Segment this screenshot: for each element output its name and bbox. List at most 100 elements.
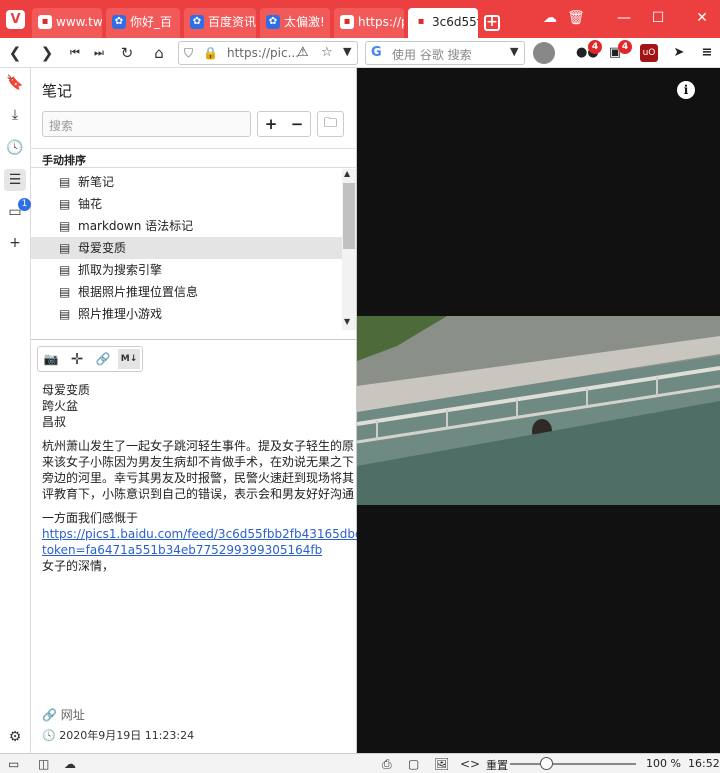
bookmark-icon[interactable]: ☆ (321, 45, 333, 60)
note-title: 抓取为搜索引擎 (78, 263, 163, 277)
panel-toggle-icon[interactable]: ▭ (8, 756, 19, 772)
window-panel-icon[interactable]: ▭ 1 (4, 198, 31, 223)
note-list-item[interactable]: ▤ 铀花 (31, 193, 342, 215)
tab-4[interactable]: ▪ https://p (334, 8, 404, 38)
maximize-button[interactable]: ☐ (646, 8, 670, 28)
river-photo (357, 316, 720, 505)
note-list-item[interactable]: ▤ 照片推理小游戏 (31, 303, 342, 325)
fast-forward-button[interactable]: ⏭ (88, 42, 110, 64)
trash-icon[interactable]: 🗑 (564, 8, 588, 28)
note-paragraph-line: 旁边的河里。幸亏其男友及时报警，民警火速赶到现场将其 (42, 471, 355, 485)
rewind-button[interactable]: ⏮ (64, 42, 86, 64)
note-list-item[interactable]: ▤ 根据照片推理位置信息 (31, 281, 342, 303)
info-icon[interactable]: i (677, 81, 695, 99)
note-icon: ▤ (59, 241, 71, 255)
code-icon[interactable]: <> (460, 756, 480, 772)
address-url[interactable]: https://pic... (227, 46, 299, 60)
zoom-slider-knob[interactable] (540, 757, 553, 770)
tab-label: 太偏激! (284, 15, 325, 29)
window-count-badge: 1 (18, 198, 31, 211)
page-icon: ▪ (414, 15, 428, 29)
image-link[interactable]: https://pics1.baidu.com/feed/3c6d55fbb2f… (42, 527, 357, 541)
note-icon: ▤ (59, 175, 71, 189)
note-list-item[interactable]: ▤ 新笔记 (31, 171, 342, 193)
add-note-button[interactable]: + (258, 114, 284, 134)
crosshair-icon[interactable]: ✛ (66, 349, 88, 369)
downloads-icon[interactable]: ⤓ (4, 104, 26, 126)
note-icon: ▤ (59, 197, 71, 211)
note-url-row[interactable]: 🔗 网址 (42, 706, 85, 723)
sync-icon[interactable]: ☁ (64, 756, 76, 772)
note-icon: ▤ (59, 263, 71, 277)
panel-title: 笔记 (42, 82, 73, 100)
ublock-icon[interactable]: uO (640, 44, 658, 62)
minimize-button[interactable]: — (612, 8, 636, 28)
camera-icon[interactable]: 📷 (40, 349, 62, 369)
chevron-down-icon[interactable]: ▼ (343, 45, 351, 58)
warning-icon[interactable]: ⚠ (297, 45, 309, 60)
tab-3[interactable]: ✿ 太偏激! (260, 8, 330, 38)
bookmarks-icon[interactable]: 🔖 (4, 72, 26, 94)
new-folder-button[interactable]: 🗀 (317, 111, 344, 137)
note-title: 铀花 (78, 197, 103, 211)
cursor-icon[interactable]: ➤ (670, 44, 688, 62)
note-paragraph-line: 女子的深情， (42, 559, 115, 573)
note-content[interactable]: 母爱变质 跨火盆 昌叔 杭州萧山发生了一起女子跳河轻生事件。提及女子轻生的原 来… (42, 382, 357, 582)
notes-panel: 笔记 搜索 + − 🗀 手动排序 ▤ 新笔记 ▤ 铀花 ▤ markdown 语法标记 ▤ 母… (31, 68, 357, 753)
note-list-item[interactable]: ▤ 母爱变质 (31, 237, 342, 259)
sort-bar[interactable]: 手动排序 (31, 148, 357, 168)
search-field[interactable]: G 使用 谷歌 搜索 ▼ (365, 41, 525, 65)
editor-tool-group: 📷 ✛ 🔗 M↓ (37, 346, 143, 372)
notes-search-input[interactable]: 搜索 (42, 111, 251, 137)
side-panel-strip: 🔖 ⤓ 🕓 ☰ ▭ 1 + ⚙ (0, 68, 31, 753)
scrollbar-thumb[interactable] (343, 183, 355, 249)
note-list-scrollbar[interactable]: ▲ ▼ (342, 169, 356, 330)
reload-button[interactable]: ↻ (116, 42, 138, 64)
tab-2[interactable]: ✿ 百度资讯 (184, 8, 256, 38)
tab-label: https://p (358, 15, 404, 29)
tab-label: 3c6d55f (432, 15, 478, 29)
extension-icon[interactable]: ▣ 4 (606, 40, 632, 62)
tab-active[interactable]: ▪ 3c6d55f (408, 8, 478, 38)
forward-button[interactable]: ❯ (36, 42, 58, 64)
add-panel-icon[interactable]: + (4, 232, 26, 254)
note-list: ▤ 新笔记 ▤ 铀花 ▤ markdown 语法标记 ▤ 母爱变质 ▤ 抓取为搜索引擎 ▤ 根据照片推… (31, 169, 357, 336)
tab-0[interactable]: ▪ www.tw (32, 8, 102, 38)
note-title: markdown 语法标记 (78, 219, 194, 233)
notes-icon[interactable]: ☰ (4, 169, 26, 191)
image-link-continued[interactable]: token=fa6471a551b34eb775299399305164fb (42, 543, 322, 557)
note-icon: ▤ (59, 219, 71, 233)
markdown-toggle[interactable]: M↓ (118, 349, 140, 369)
zoom-slider[interactable] (510, 757, 636, 770)
image-toggle-icon[interactable]: 🖼 (434, 756, 449, 772)
new-tab-button[interactable]: + (484, 15, 500, 31)
vivaldi-menu-icon[interactable]: V (6, 10, 25, 29)
note-list-item[interactable]: ▤ 抓取为搜索引擎 (31, 259, 342, 281)
attachment-icon[interactable]: 🔗 (92, 349, 114, 369)
menu-icon[interactable]: ≡ (698, 44, 716, 62)
scroll-down-icon[interactable]: ▼ (344, 317, 350, 326)
scroll-up-icon[interactable]: ▲ (344, 169, 350, 178)
close-button[interactable]: ✕ (690, 8, 714, 28)
chevron-down-icon[interactable]: ▼ (510, 45, 518, 58)
address-bar[interactable]: ⛉ 🔒 https://pic... ⚠ ☆ ▼ (178, 41, 358, 65)
capture-icon[interactable]: ⎙ (382, 756, 392, 772)
tiling-icon[interactable]: ◫ (38, 756, 49, 772)
shield-icon[interactable]: ⛉ (184, 46, 193, 61)
zoom-reset-button[interactable]: 重置 (486, 757, 508, 773)
note-title: 母爱变质 (78, 241, 127, 255)
history-icon[interactable]: 🕓 (4, 137, 26, 159)
back-button[interactable]: ❮ (4, 42, 26, 64)
image-viewer: i (357, 68, 720, 753)
note-list-item[interactable]: ▤ markdown 语法标记 (31, 215, 342, 237)
extension-icon[interactable]: ●● 4 (576, 40, 602, 62)
remove-note-button[interactable]: − (284, 114, 310, 134)
cloud-icon[interactable]: ☁ (538, 8, 562, 28)
settings-icon[interactable]: ⚙ (4, 726, 26, 748)
clock-time: 16:52 (688, 757, 720, 770)
tab-1[interactable]: ✿ 你好_百 (106, 8, 180, 38)
window-icon[interactable]: ▢ (408, 756, 419, 772)
profile-avatar[interactable] (533, 42, 555, 64)
home-button[interactable]: ⌂ (148, 42, 170, 64)
link-icon: 🔗 (42, 708, 57, 722)
